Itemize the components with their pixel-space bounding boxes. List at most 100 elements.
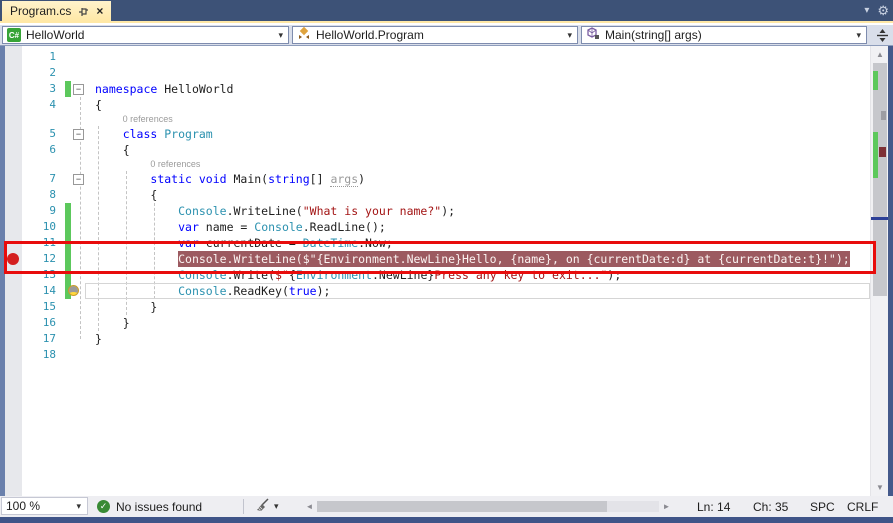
code-text[interactable]: static void Main(string[] args) xyxy=(85,171,870,187)
split-editor-icon[interactable] xyxy=(875,28,890,48)
code-line-9[interactable]: 9 Console.WriteLine("What is your name?"… xyxy=(0,203,870,219)
csharp-project-icon: C# xyxy=(7,28,21,42)
code-text[interactable]: class Program xyxy=(85,126,870,142)
code-line-10[interactable]: 10 var name = Console.ReadLine(); xyxy=(0,219,870,235)
code-text[interactable]: } xyxy=(85,315,870,331)
zoom-dropdown[interactable]: 100 % ▾ xyxy=(1,497,88,515)
code-line-17[interactable]: 17} xyxy=(0,331,870,347)
scroll-down-icon[interactable]: ▼ xyxy=(871,480,889,495)
gear-icon[interactable]: ⚙ xyxy=(877,4,889,17)
fold-margin xyxy=(71,283,85,299)
member-dropdown[interactable]: Main(string[] args) ▾ xyxy=(581,26,867,44)
broom-icon xyxy=(255,498,270,515)
code-line-4[interactable]: 4{ xyxy=(0,97,870,113)
fold-margin xyxy=(71,49,85,65)
type-dropdown[interactable]: HelloWorld.Program ▾ xyxy=(292,26,578,44)
code-line-7[interactable]: 7 − static void Main(string[] args) xyxy=(0,171,870,187)
code-line-6[interactable]: 6 { xyxy=(0,142,870,158)
code-text[interactable]: Console.ReadKey(true); xyxy=(85,283,870,299)
project-dropdown[interactable]: C# HelloWorld ▾ xyxy=(2,26,289,44)
fold-margin xyxy=(71,65,85,81)
horizontal-scrollbar[interactable]: ◄ ► xyxy=(303,499,673,514)
member-dropdown-label: Main(string[] args) xyxy=(605,28,702,42)
scrollbar-message-marker xyxy=(881,111,886,120)
navigation-bar: C# HelloWorld ▾ HelloWorld.Program ▾ Mai… xyxy=(0,25,893,46)
issues-indicator[interactable]: ✓ No issues found xyxy=(97,496,202,517)
project-dropdown-label: HelloWorld xyxy=(26,28,85,42)
code-editor[interactable]: 1 2 3− namespace HelloWorld 4{0 references 5−… xyxy=(0,46,893,496)
codelens-row: 0 references xyxy=(0,113,870,126)
collapse-icon[interactable]: − xyxy=(73,129,84,140)
fold-margin xyxy=(71,219,85,235)
line-number: 10 xyxy=(42,220,56,233)
code-line-15[interactable]: 15 } xyxy=(0,299,870,315)
line-number: 8 xyxy=(49,188,56,201)
code-text[interactable] xyxy=(85,65,870,81)
code-lines: 1 2 3− namespace HelloWorld 4{0 references 5−… xyxy=(0,49,870,363)
fold-margin[interactable]: − xyxy=(71,171,85,187)
line-number: 4 xyxy=(49,98,56,111)
codelens-references[interactable]: 0 references xyxy=(85,158,870,171)
code-text[interactable]: { xyxy=(85,97,870,113)
type-dropdown-label: HelloWorld.Program xyxy=(316,28,424,42)
line-number: 18 xyxy=(42,348,56,361)
fold-margin xyxy=(71,315,85,331)
tabbar-right-controls: ▾ ⚙ xyxy=(864,0,889,21)
code-text[interactable]: Console.WriteLine("What is your name?"); xyxy=(85,203,870,219)
editor-status-bar: 100 % ▾ ✓ No issues found ▾ ◄ ► Ln: 14 C… xyxy=(0,496,893,517)
code-line-1[interactable]: 1 xyxy=(0,49,870,65)
collapse-icon[interactable]: − xyxy=(73,84,84,95)
code-line-16[interactable]: 16 } xyxy=(0,315,870,331)
code-line-18[interactable]: 18 xyxy=(0,347,870,363)
fold-margin[interactable]: − xyxy=(71,81,85,97)
scroll-right-icon[interactable]: ► xyxy=(660,499,673,514)
line-number: 6 xyxy=(49,143,56,156)
status-column-number: Ch: 35 xyxy=(753,499,789,514)
check-circle-icon: ✓ xyxy=(97,500,110,513)
line-number: 5 xyxy=(49,127,56,140)
fold-margin[interactable]: − xyxy=(71,126,85,142)
code-text[interactable] xyxy=(85,347,870,363)
chevron-down-icon[interactable]: ▾ xyxy=(864,5,869,16)
chevron-down-icon: ▾ xyxy=(274,501,279,511)
chevron-down-icon: ▾ xyxy=(567,29,572,40)
fold-margin xyxy=(71,158,85,171)
code-text[interactable]: } xyxy=(85,331,870,347)
status-spaces-mode: SPC xyxy=(810,499,835,514)
code-text[interactable]: var name = Console.ReadLine(); xyxy=(85,219,870,235)
code-cleanup-button[interactable]: ▾ xyxy=(255,498,279,515)
codelens-references[interactable]: 0 references xyxy=(85,113,870,126)
scroll-left-icon[interactable]: ◄ xyxy=(303,499,316,514)
zoom-level: 100 % xyxy=(6,499,41,513)
code-text[interactable] xyxy=(85,49,870,65)
code-text[interactable]: { xyxy=(85,187,870,203)
vs-editor-window: Program.cs × ▾ ⚙ C# HelloWorld ▾ HelloWo… xyxy=(0,0,893,523)
collapse-icon[interactable]: − xyxy=(73,174,84,185)
code-line-3[interactable]: 3 − namespace HelloWorld xyxy=(0,81,870,97)
line-number: 15 xyxy=(42,300,56,313)
chevron-down-icon: ▾ xyxy=(278,29,283,40)
code-text[interactable]: } xyxy=(85,299,870,315)
scrollbar-change-marker xyxy=(873,71,878,90)
line-number: 14 xyxy=(22,283,79,299)
fold-margin xyxy=(71,331,85,347)
scrollbar-change-marker xyxy=(873,132,878,178)
code-line-2[interactable]: 2 xyxy=(0,65,870,81)
code-text[interactable]: { xyxy=(85,142,870,158)
horizontal-scrollbar-track[interactable] xyxy=(317,501,659,512)
code-line-5[interactable]: 5 − class Program xyxy=(0,126,870,142)
fold-margin xyxy=(71,97,85,113)
method-icon xyxy=(586,27,600,43)
scroll-up-icon[interactable]: ▲ xyxy=(871,47,889,62)
code-text[interactable]: namespace HelloWorld xyxy=(85,81,870,97)
codelens-row: 0 references xyxy=(0,158,870,171)
code-line-14[interactable]: 14 Console.ReadKey(true); xyxy=(0,283,870,299)
close-icon[interactable]: × xyxy=(96,1,103,21)
fold-margin xyxy=(71,187,85,203)
divider xyxy=(243,499,244,514)
horizontal-scrollbar-thumb[interactable] xyxy=(317,501,607,512)
fold-margin xyxy=(71,203,85,219)
tab-program-cs[interactable]: Program.cs × xyxy=(2,1,112,21)
pin-icon[interactable] xyxy=(78,6,89,17)
code-line-8[interactable]: 8 { xyxy=(0,187,870,203)
